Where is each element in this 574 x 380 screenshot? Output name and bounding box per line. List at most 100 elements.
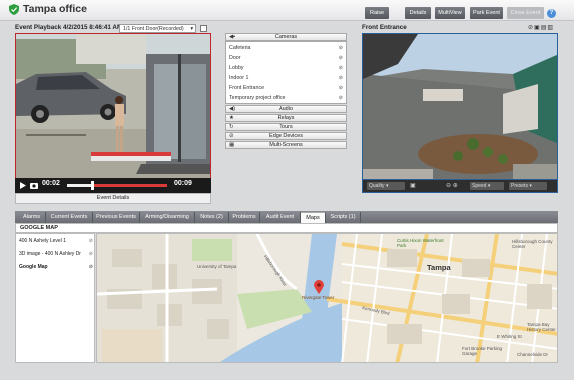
map-item-level-1[interactable]: 400 N Ashely Level 1 ⊘ <box>19 238 93 244</box>
playback-title: Event Playback 4/2/2015 8:46:41 AM <box>15 24 123 31</box>
map-item-label: 3D image - 400 N Ashley Dr <box>19 251 81 257</box>
tab-current-events[interactable]: Current Events <box>46 212 93 223</box>
speaker-icon: ◀) <box>229 106 236 112</box>
page-title: Tampa office <box>23 3 87 15</box>
camera-item-lobby[interactable]: Lobby <box>229 65 243 71</box>
cameras-section-label: Cameras <box>274 34 298 40</box>
front-entrance-video[interactable] <box>362 33 558 193</box>
zoom-icons[interactable]: ⊖ ⊕ <box>446 182 458 189</box>
edge-devices-section-label: Edge Devices <box>269 133 303 139</box>
playback-progress-track[interactable] <box>67 181 167 190</box>
multi-screens-section-label: Multi-Screens <box>269 142 303 148</box>
map-marker-icon[interactable] <box>314 280 324 294</box>
link-icon[interactable]: ⊘ <box>89 251 93 257</box>
map-item-3d-image[interactable]: 3D image - 400 N Ashley Dr ⊘ <box>19 251 93 257</box>
screenshot-icon[interactable]: ▣ <box>410 182 416 189</box>
google-map[interactable]: Rivergate Tower Tampa Hillsborough River… <box>96 233 558 363</box>
audio-section[interactable]: ◀) Audio <box>225 105 347 113</box>
tab-problems[interactable]: Problems <box>229 212 260 223</box>
star-icon: ★ <box>229 115 234 121</box>
camera-link-icon[interactable]: ⊘ <box>339 45 343 51</box>
quality-label: Quality <box>369 183 385 189</box>
camera-item-front-entrance[interactable]: Front Entrance <box>229 85 264 91</box>
event-details-button[interactable]: Event Details <box>15 193 211 204</box>
refresh-icon: ↻ <box>229 124 234 130</box>
speed-dropdown[interactable]: Speed ▾ <box>470 182 504 190</box>
map-item-google-map[interactable]: Google Map ⊘ <box>19 264 93 270</box>
quality-dropdown[interactable]: Quality ▾ <box>367 182 405 190</box>
camera-title: Front Entrance <box>362 24 407 31</box>
camera-item-temporary-project-office[interactable]: Temporary project office <box>229 95 285 101</box>
park-event-button[interactable]: Park Event <box>470 7 503 19</box>
grid-icon: ▦ <box>229 142 235 148</box>
playback-video[interactable] <box>15 33 211 193</box>
speed-label: Speed <box>472 183 487 189</box>
playback-camera-select[interactable]: 1/1 Front Door(Recorded) ▾ <box>119 24 196 33</box>
map-item-label: 400 N Ashely Level 1 <box>19 238 66 244</box>
playback-scrub-handle[interactable] <box>91 181 94 190</box>
link-icon[interactable]: ⊘ <box>89 264 93 270</box>
footer <box>0 365 574 380</box>
play-icon[interactable] <box>19 182 26 189</box>
raise-button[interactable]: Raise <box>365 7 389 19</box>
close-event-button[interactable]: Close Event <box>507 7 544 19</box>
tours-section[interactable]: ↻ Tours <box>225 123 347 131</box>
camera-link-icon[interactable]: ⊘ <box>339 95 343 101</box>
map-label-history: Tampa Bay History Center <box>527 322 556 332</box>
multi-screens-section[interactable]: ▦ Multi-Screens <box>225 141 347 149</box>
camera-link-icon[interactable]: ⊘ <box>339 75 343 81</box>
front-entrance-video-image <box>363 34 557 192</box>
camera-toolbar: ⊘▣▤▥ <box>528 24 554 31</box>
close-icon[interactable]: ▥ <box>547 25 554 31</box>
camera-link-icon[interactable]: ⊘ <box>339 55 343 61</box>
camera-list: Cafeteria ⊘ Door ⊘ Lobby ⊘ Indoor 1 ⊘ Fr… <box>225 41 347 104</box>
playback-camera-select-value: 1/1 Front Door(Recorded) <box>123 26 184 32</box>
relays-section-label: Relays <box>277 115 295 121</box>
time-total: 00:09 <box>174 180 192 187</box>
playback-video-image <box>16 34 210 192</box>
tours-section-label: Tours <box>279 124 293 130</box>
map-label-city: Tampa <box>427 263 451 272</box>
details-button[interactable]: Details <box>405 7 431 19</box>
tab-audit-event[interactable]: Audit Event <box>260 212 301 223</box>
link-icon[interactable]: ⊘ <box>89 238 93 244</box>
camera-item-cafeteria[interactable]: Cafeteria <box>229 45 251 51</box>
map-label-eastwhiting: E Whiting St <box>497 334 522 339</box>
map-label-channelside: Channelside Dr <box>517 352 549 357</box>
tab-arming-disarming[interactable]: Arming/Disarming <box>140 212 195 223</box>
map-list: 400 N Ashely Level 1 ⊘ 3D image - 400 N A… <box>15 233 95 363</box>
audio-section-label: Audio <box>278 106 294 112</box>
camera-item-indoor-1[interactable]: Indoor 1 <box>229 75 248 81</box>
tab-previous-events[interactable]: Previous Events <box>93 212 140 223</box>
map-label-fort: Fort Brooke Parking Garage <box>462 346 503 356</box>
expand-icon[interactable] <box>200 25 207 32</box>
camera-item-door[interactable]: Door <box>229 55 240 61</box>
tab-scripts[interactable]: Scripts (1) <box>326 212 361 223</box>
camera-link-icon[interactable]: ⊘ <box>339 85 343 91</box>
camera-snapshot-icon[interactable] <box>30 182 38 189</box>
map-item-label: Google Map <box>19 264 48 270</box>
presets-label: Presets <box>511 183 528 189</box>
shield-check-icon <box>9 4 19 15</box>
chevron-down-icon: ▾ <box>190 26 193 32</box>
cameras-section[interactable]: ◀▪ Cameras <box>225 33 347 41</box>
map-label-tower: Rivergate Tower <box>302 295 335 300</box>
map-header: GOOGLE MAP <box>15 223 558 233</box>
playback-controls: 00:02 00:09 <box>15 178 211 193</box>
no-entry-icon: ⊘ <box>229 133 234 139</box>
map-label-park: Curtis Hixon Waterfront Park <box>397 238 444 248</box>
camera-link-icon[interactable]: ⊘ <box>339 65 343 71</box>
edge-devices-section[interactable]: ⊘ Edge Devices <box>225 132 347 140</box>
snapshot-icon[interactable]: ▣ <box>534 25 541 31</box>
presets-dropdown[interactable]: Presets ▾ <box>509 182 547 190</box>
help-icon[interactable]: ? <box>547 9 556 18</box>
tab-notes[interactable]: Notes (2) <box>195 212 229 223</box>
relays-section[interactable]: ★ Relays <box>225 114 347 122</box>
playback-progress-fill <box>67 184 92 187</box>
tab-alarms[interactable]: Alarms <box>18 212 46 223</box>
multiview-button[interactable]: MultiView <box>435 7 465 19</box>
map-label-county: Hillsborough County Center <box>512 239 553 249</box>
time-elapsed: 00:02 <box>42 180 60 187</box>
map-label-ut: University of Tampa <box>197 264 237 269</box>
camera-icon: ◀▪ <box>229 34 236 40</box>
